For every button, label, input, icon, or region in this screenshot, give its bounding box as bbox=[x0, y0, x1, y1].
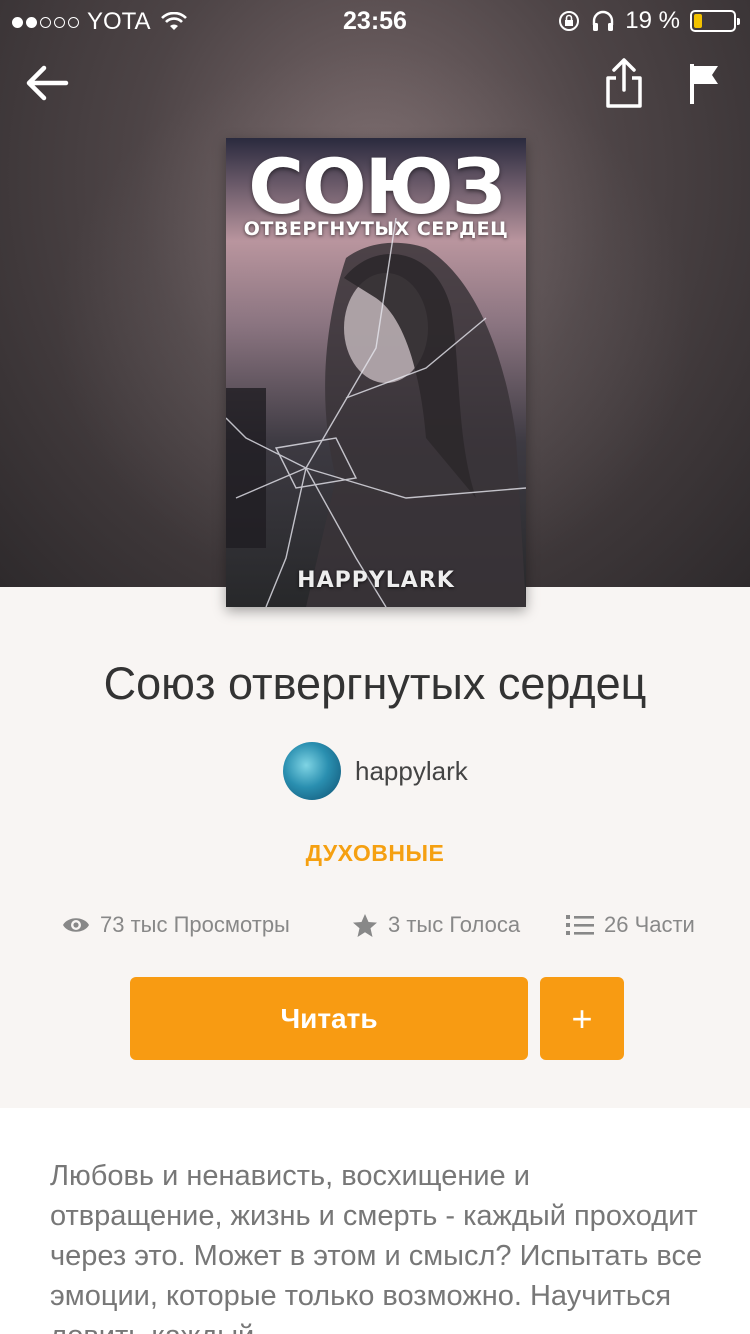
book-cover[interactable]: СОЮЗ ОТВЕРГНУТЫХ СЕРДЕЦ HAPPYLARK bbox=[226, 138, 526, 607]
status-bar: YOTA 23:56 19 % bbox=[0, 0, 750, 40]
read-button[interactable]: Читать bbox=[130, 977, 528, 1060]
add-to-library-button[interactable]: + bbox=[540, 977, 624, 1060]
report-button[interactable] bbox=[684, 60, 724, 108]
arrow-left-icon bbox=[26, 65, 69, 101]
author-name[interactable]: happylark bbox=[355, 756, 468, 787]
author-link[interactable]: happylark bbox=[283, 742, 468, 800]
headphones-icon bbox=[593, 10, 614, 31]
book-description: Любовь и ненависть, восхищение и отвраще… bbox=[50, 1160, 703, 1334]
votes-count: 3 тыс Голоса bbox=[388, 912, 521, 937]
share-icon bbox=[606, 58, 642, 108]
rotation-lock-icon bbox=[559, 11, 580, 31]
parts-count: 26 Части bbox=[604, 912, 695, 937]
battery-icon bbox=[690, 10, 740, 32]
battery-percent: 19 % bbox=[625, 7, 680, 34]
stat-parts[interactable]: 26 Части bbox=[566, 912, 695, 938]
views-count: 73 тыс Просмотры bbox=[100, 912, 290, 937]
book-title: Союз отвергнутых сердец bbox=[103, 658, 647, 709]
genre-tag[interactable]: ДУХОВНЫЕ bbox=[0, 840, 750, 867]
stat-views: 73 тыс Просмотры bbox=[62, 912, 290, 938]
list-icon bbox=[566, 915, 594, 935]
flag-icon bbox=[690, 64, 718, 104]
eye-icon bbox=[63, 918, 89, 932]
stat-votes: 3 тыс Голоса bbox=[352, 912, 520, 938]
back-button[interactable] bbox=[22, 58, 72, 108]
star-icon bbox=[353, 913, 377, 937]
avatar[interactable] bbox=[283, 742, 341, 800]
cover-author: HAPPYLARK bbox=[297, 568, 455, 593]
cover-illustration bbox=[226, 217, 526, 607]
share-button[interactable] bbox=[602, 56, 646, 110]
